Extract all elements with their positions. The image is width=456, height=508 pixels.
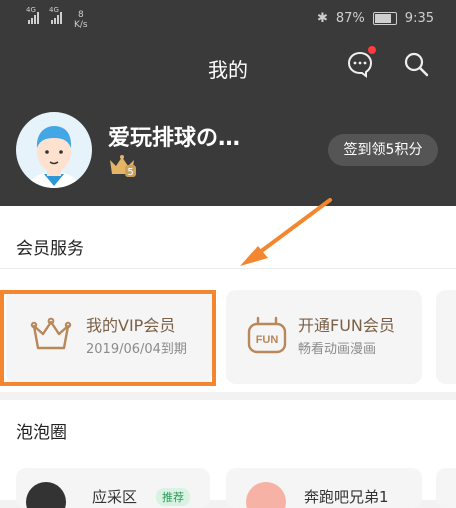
circle-name: 应采区 [92,488,138,506]
annotation-arrow-icon [240,198,332,266]
section-gap [0,392,456,400]
bubble-circle-card[interactable]: 应采区 推荐 [16,468,210,508]
bubble-circle-card-partial[interactable] [436,468,456,508]
circle-avatar [246,482,286,508]
bubble-circle-card[interactable]: 奔跑吧兄弟1 [226,468,422,508]
recommend-badge: 推荐 [156,488,190,506]
bubble-section-title: 泡泡圈 [16,423,67,443]
circle-name: 奔跑吧兄弟1 [304,488,389,506]
circle-avatar [26,482,66,508]
